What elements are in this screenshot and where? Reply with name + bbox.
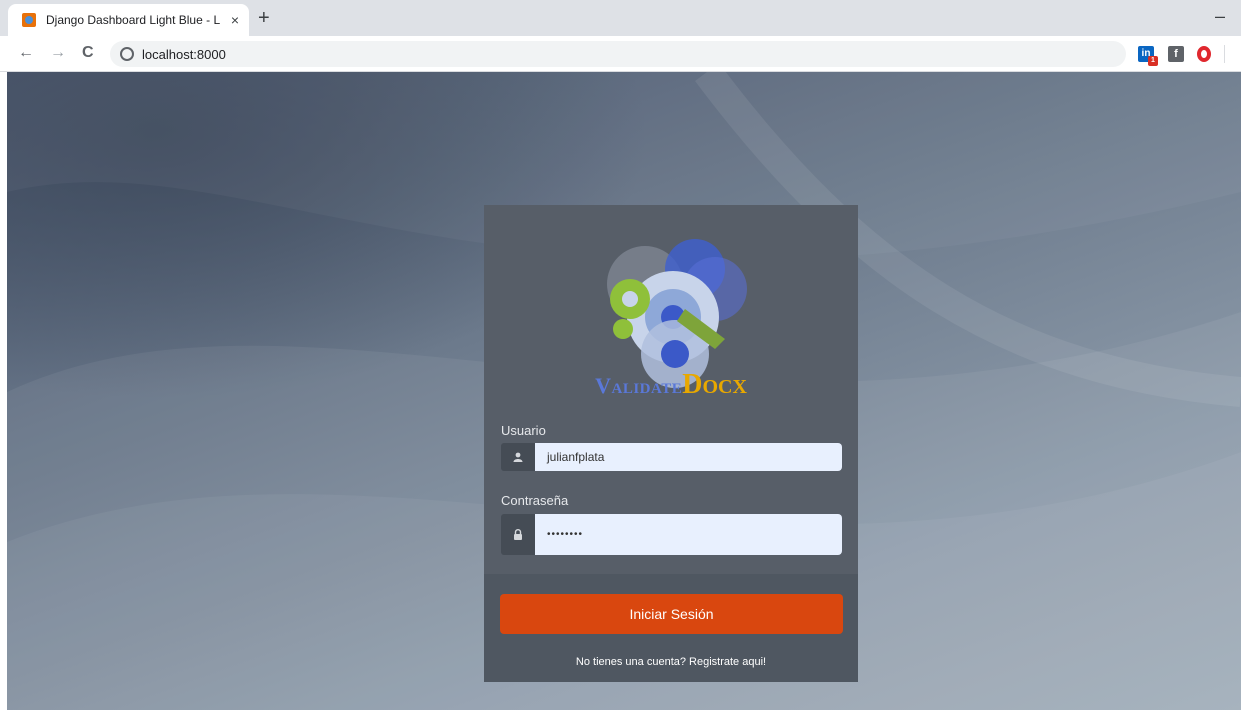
tab-close-icon[interactable]: × [231, 12, 239, 28]
browser-toolbar: ← → C localhost:8000 in 1 f [0, 36, 1241, 72]
new-tab-button[interactable]: + [258, 6, 270, 30]
password-input-group: •••••••• [501, 514, 842, 555]
address-bar[interactable]: localhost:8000 [110, 41, 1126, 67]
browser-tab[interactable]: Django Dashboard Light Blue - L × [8, 4, 249, 36]
brand-wordmark: ValidateDocx [595, 369, 747, 400]
page-background: ValidateDocx Usuario julianfplata Contra… [7, 72, 1241, 710]
login-submit-button[interactable]: Iniciar Sesión [500, 594, 843, 634]
toolbar-divider [1224, 45, 1225, 63]
login-card: ValidateDocx Usuario julianfplata Contra… [484, 205, 858, 682]
opera-extension-icon[interactable] [1197, 46, 1211, 62]
notification-badge: 1 [1148, 56, 1158, 66]
address-url[interactable]: localhost:8000 [142, 47, 226, 62]
tab-favicon-icon [22, 13, 36, 27]
window-minimize-button[interactable]: – [1215, 6, 1225, 27]
password-label: Contraseña [501, 493, 569, 508]
facebook-extension-icon[interactable]: f [1168, 46, 1184, 62]
login-card-body: ValidateDocx Usuario julianfplata Contra… [484, 205, 858, 574]
back-arrow-icon[interactable]: ← [18, 43, 34, 63]
reload-icon[interactable]: C [82, 43, 94, 63]
forward-arrow-icon[interactable]: → [50, 43, 66, 63]
username-input[interactable]: julianfplata [535, 443, 842, 471]
username-input-group: julianfplata [501, 443, 842, 471]
globe-icon [120, 47, 134, 61]
lock-icon [501, 514, 535, 555]
user-icon [501, 443, 535, 471]
password-input[interactable]: •••••••• [535, 514, 842, 555]
linkedin-extension-icon[interactable]: in 1 [1138, 46, 1158, 66]
register-link[interactable]: No tienes una cuenta? Registrate aqui! [484, 656, 858, 668]
username-label: Usuario [501, 423, 546, 438]
tab-title: Django Dashboard Light Blue - L [46, 13, 221, 27]
browser-tab-strip: Django Dashboard Light Blue - L × + – [0, 0, 1241, 36]
